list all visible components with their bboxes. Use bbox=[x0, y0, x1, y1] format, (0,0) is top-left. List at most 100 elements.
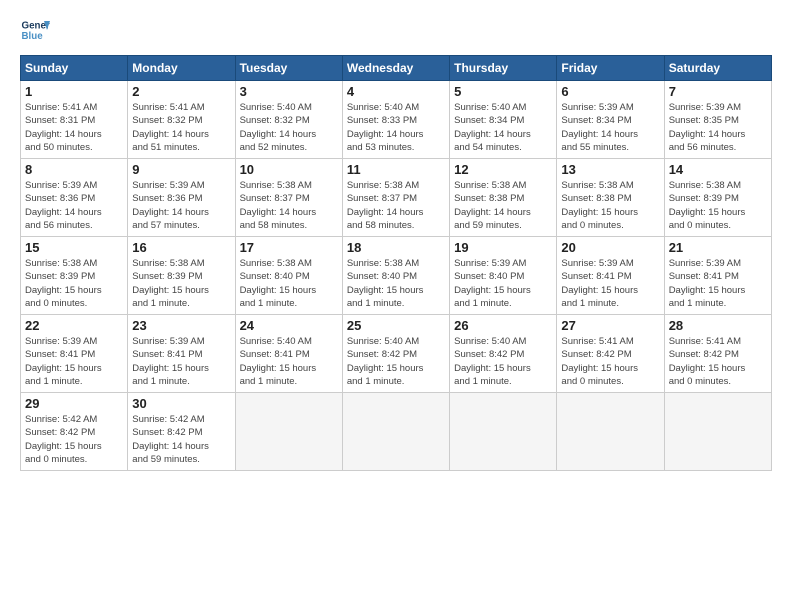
day-info: Sunrise: 5:41 AM Sunset: 8:42 PM Dayligh… bbox=[669, 335, 767, 388]
day-number: 5 bbox=[454, 84, 552, 99]
calendar-cell: 6 Sunrise: 5:39 AM Sunset: 8:34 PM Daylig… bbox=[557, 81, 664, 159]
calendar-cell: 1 Sunrise: 5:41 AM Sunset: 8:31 PM Daylig… bbox=[21, 81, 128, 159]
day-info: Sunrise: 5:38 AM Sunset: 8:37 PM Dayligh… bbox=[240, 179, 338, 232]
day-info: Sunrise: 5:40 AM Sunset: 8:32 PM Dayligh… bbox=[240, 101, 338, 154]
day-number: 11 bbox=[347, 162, 445, 177]
calendar-cell: 2Sunrise: 5:41 AM Sunset: 8:32 PM Daylig… bbox=[128, 81, 235, 159]
day-number: 15 bbox=[25, 240, 123, 255]
day-info: Sunrise: 5:40 AM Sunset: 8:41 PM Dayligh… bbox=[240, 335, 338, 388]
calendar-cell: 27 Sunrise: 5:41 AM Sunset: 8:42 PM Dayli… bbox=[557, 315, 664, 393]
day-info: Sunrise: 5:41 AM Sunset: 8:42 PM Dayligh… bbox=[561, 335, 659, 388]
day-info: Sunrise: 5:38 AM Sunset: 8:39 PM Dayligh… bbox=[669, 179, 767, 232]
day-number: 4 bbox=[347, 84, 445, 99]
day-info: Sunrise: 5:41 AM Sunset: 8:32 PM Dayligh… bbox=[132, 101, 230, 154]
calendar-cell bbox=[557, 393, 664, 471]
day-number: 10 bbox=[240, 162, 338, 177]
day-info: Sunrise: 5:40 AM Sunset: 8:42 PM Dayligh… bbox=[454, 335, 552, 388]
day-info: Sunrise: 5:39 AM Sunset: 8:41 PM Dayligh… bbox=[669, 257, 767, 310]
day-number: 27 bbox=[561, 318, 659, 333]
day-info: Sunrise: 5:38 AM Sunset: 8:39 PM Dayligh… bbox=[132, 257, 230, 310]
calendar-cell: 14Sunrise: 5:38 AM Sunset: 8:39 PM Dayli… bbox=[664, 159, 771, 237]
day-info: Sunrise: 5:39 AM Sunset: 8:40 PM Dayligh… bbox=[454, 257, 552, 310]
day-number: 12 bbox=[454, 162, 552, 177]
calendar-cell: 28 Sunrise: 5:41 AM Sunset: 8:42 PM Dayli… bbox=[664, 315, 771, 393]
day-info: Sunrise: 5:39 AM Sunset: 8:41 PM Dayligh… bbox=[561, 257, 659, 310]
calendar-cell: 13 Sunrise: 5:38 AM Sunset: 8:38 PM Dayli… bbox=[557, 159, 664, 237]
day-number: 7 bbox=[669, 84, 767, 99]
day-number: 16 bbox=[132, 240, 230, 255]
calendar-cell: 30Sunrise: 5:42 AM Sunset: 8:42 PM Dayli… bbox=[128, 393, 235, 471]
day-info: Sunrise: 5:40 AM Sunset: 8:42 PM Dayligh… bbox=[347, 335, 445, 388]
day-number: 30 bbox=[132, 396, 230, 411]
day-number: 25 bbox=[347, 318, 445, 333]
weekday-thursday: Thursday bbox=[450, 56, 557, 81]
week-row-4: 22 Sunrise: 5:39 AM Sunset: 8:41 PM Dayli… bbox=[21, 315, 772, 393]
day-number: 24 bbox=[240, 318, 338, 333]
calendar-cell: 20 Sunrise: 5:39 AM Sunset: 8:41 PM Dayli… bbox=[557, 237, 664, 315]
svg-text:Blue: Blue bbox=[22, 31, 44, 42]
day-info: Sunrise: 5:40 AM Sunset: 8:33 PM Dayligh… bbox=[347, 101, 445, 154]
week-row-5: 29 Sunrise: 5:42 AM Sunset: 8:42 PM Dayli… bbox=[21, 393, 772, 471]
weekday-header-row: SundayMondayTuesdayWednesdayThursdayFrid… bbox=[21, 56, 772, 81]
calendar-cell: 11 Sunrise: 5:38 AM Sunset: 8:37 PM Dayli… bbox=[342, 159, 449, 237]
day-info: Sunrise: 5:39 AM Sunset: 8:36 PM Dayligh… bbox=[132, 179, 230, 232]
day-info: Sunrise: 5:39 AM Sunset: 8:36 PM Dayligh… bbox=[25, 179, 123, 232]
calendar-cell bbox=[235, 393, 342, 471]
calendar-table: SundayMondayTuesdayWednesdayThursdayFrid… bbox=[20, 55, 772, 471]
day-info: Sunrise: 5:39 AM Sunset: 8:41 PM Dayligh… bbox=[132, 335, 230, 388]
day-number: 22 bbox=[25, 318, 123, 333]
day-number: 13 bbox=[561, 162, 659, 177]
week-row-1: 1 Sunrise: 5:41 AM Sunset: 8:31 PM Daylig… bbox=[21, 81, 772, 159]
day-number: 28 bbox=[669, 318, 767, 333]
calendar-cell: 29 Sunrise: 5:42 AM Sunset: 8:42 PM Dayli… bbox=[21, 393, 128, 471]
day-info: Sunrise: 5:38 AM Sunset: 8:39 PM Dayligh… bbox=[25, 257, 123, 310]
day-number: 9 bbox=[132, 162, 230, 177]
day-number: 21 bbox=[669, 240, 767, 255]
weekday-monday: Monday bbox=[128, 56, 235, 81]
calendar-cell: 9 Sunrise: 5:39 AM Sunset: 8:36 PM Daylig… bbox=[128, 159, 235, 237]
calendar-cell: 21 Sunrise: 5:39 AM Sunset: 8:41 PM Dayli… bbox=[664, 237, 771, 315]
day-info: Sunrise: 5:40 AM Sunset: 8:34 PM Dayligh… bbox=[454, 101, 552, 154]
calendar-cell: 3Sunrise: 5:40 AM Sunset: 8:32 PM Daylig… bbox=[235, 81, 342, 159]
calendar-cell: 25 Sunrise: 5:40 AM Sunset: 8:42 PM Dayli… bbox=[342, 315, 449, 393]
day-number: 17 bbox=[240, 240, 338, 255]
day-info: Sunrise: 5:41 AM Sunset: 8:31 PM Dayligh… bbox=[25, 101, 123, 154]
day-info: Sunrise: 5:39 AM Sunset: 8:41 PM Dayligh… bbox=[25, 335, 123, 388]
calendar-cell: 8 Sunrise: 5:39 AM Sunset: 8:36 PM Daylig… bbox=[21, 159, 128, 237]
day-number: 20 bbox=[561, 240, 659, 255]
calendar-cell: 22 Sunrise: 5:39 AM Sunset: 8:41 PM Dayli… bbox=[21, 315, 128, 393]
calendar-cell: 23 Sunrise: 5:39 AM Sunset: 8:41 PM Dayli… bbox=[128, 315, 235, 393]
logo-icon: General Blue bbox=[20, 15, 50, 45]
week-row-3: 15 Sunrise: 5:38 AM Sunset: 8:39 PM Dayli… bbox=[21, 237, 772, 315]
day-info: Sunrise: 5:42 AM Sunset: 8:42 PM Dayligh… bbox=[25, 413, 123, 466]
calendar-cell: 26Sunrise: 5:40 AM Sunset: 8:42 PM Dayli… bbox=[450, 315, 557, 393]
day-number: 29 bbox=[25, 396, 123, 411]
calendar-cell: 17Sunrise: 5:38 AM Sunset: 8:40 PM Dayli… bbox=[235, 237, 342, 315]
week-row-2: 8 Sunrise: 5:39 AM Sunset: 8:36 PM Daylig… bbox=[21, 159, 772, 237]
day-info: Sunrise: 5:39 AM Sunset: 8:34 PM Dayligh… bbox=[561, 101, 659, 154]
day-info: Sunrise: 5:38 AM Sunset: 8:38 PM Dayligh… bbox=[561, 179, 659, 232]
weekday-tuesday: Tuesday bbox=[235, 56, 342, 81]
calendar-cell: 15 Sunrise: 5:38 AM Sunset: 8:39 PM Dayli… bbox=[21, 237, 128, 315]
day-info: Sunrise: 5:38 AM Sunset: 8:37 PM Dayligh… bbox=[347, 179, 445, 232]
day-number: 18 bbox=[347, 240, 445, 255]
weekday-saturday: Saturday bbox=[664, 56, 771, 81]
day-number: 6 bbox=[561, 84, 659, 99]
calendar-cell: 18 Sunrise: 5:38 AM Sunset: 8:40 PM Dayli… bbox=[342, 237, 449, 315]
calendar-cell: 5 Sunrise: 5:40 AM Sunset: 8:34 PM Daylig… bbox=[450, 81, 557, 159]
calendar-cell: 24 Sunrise: 5:40 AM Sunset: 8:41 PM Dayli… bbox=[235, 315, 342, 393]
day-info: Sunrise: 5:38 AM Sunset: 8:40 PM Dayligh… bbox=[347, 257, 445, 310]
day-number: 23 bbox=[132, 318, 230, 333]
day-number: 8 bbox=[25, 162, 123, 177]
day-info: Sunrise: 5:39 AM Sunset: 8:35 PM Dayligh… bbox=[669, 101, 767, 154]
header: General Blue bbox=[20, 15, 772, 45]
calendar-cell: 16 Sunrise: 5:38 AM Sunset: 8:39 PM Dayli… bbox=[128, 237, 235, 315]
day-number: 1 bbox=[25, 84, 123, 99]
weekday-friday: Friday bbox=[557, 56, 664, 81]
page: General Blue SundayMondayTuesdayWednesda… bbox=[0, 0, 792, 612]
calendar-cell: 4 Sunrise: 5:40 AM Sunset: 8:33 PM Daylig… bbox=[342, 81, 449, 159]
calendar-cell bbox=[664, 393, 771, 471]
calendar-cell: 7 Sunrise: 5:39 AM Sunset: 8:35 PM Daylig… bbox=[664, 81, 771, 159]
day-info: Sunrise: 5:38 AM Sunset: 8:38 PM Dayligh… bbox=[454, 179, 552, 232]
weekday-wednesday: Wednesday bbox=[342, 56, 449, 81]
